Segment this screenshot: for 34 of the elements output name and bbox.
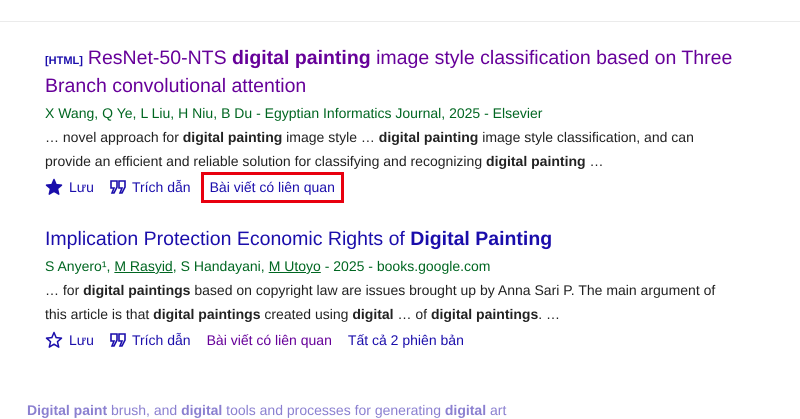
comma: , bbox=[132, 104, 136, 123]
comma: , bbox=[172, 257, 177, 276]
publication-source: - 2025 - books.google.com bbox=[324, 257, 490, 276]
comma: , bbox=[213, 104, 218, 123]
quote-icon bbox=[110, 333, 126, 347]
comma: , bbox=[94, 104, 98, 123]
author-name: B Du bbox=[221, 104, 252, 123]
save-link[interactable]: Lưu bbox=[45, 176, 94, 198]
comma: , bbox=[170, 104, 174, 123]
star-icon bbox=[45, 331, 63, 349]
result-snippet: … for digital paintings based on copyright law are issues brought up by Anna Sari P. The main argument of this article is that digital paintings created using digital … of digital paintings. … bbox=[45, 281, 716, 324]
author-name: Q Ye bbox=[102, 104, 133, 123]
author-name: H Niu bbox=[178, 104, 214, 123]
publication-source: - Egyptian Informatics Journal, 2025 - Elsevier bbox=[255, 104, 542, 123]
result-title-link[interactable]: [HTML] ResNet-50-NTS digital painting image style classification based on Three Branch convolutional attention bbox=[45, 46, 800, 99]
author-link[interactable]: M Rasyid bbox=[114, 256, 173, 276]
author-link[interactable]: M Utoyo bbox=[268, 256, 321, 276]
comma: , bbox=[260, 257, 265, 276]
comma: , bbox=[106, 257, 110, 276]
result-title-link[interactable]: Implication Protection Economic Rights of Digital Painting bbox=[45, 227, 800, 252]
author-name: L Liu bbox=[140, 104, 170, 123]
author-name: S Handayani bbox=[180, 257, 261, 276]
cite-link[interactable]: Trích dẫn bbox=[110, 330, 191, 350]
highlighted-link[interactable]: Bài viết có liên quan bbox=[200, 172, 344, 202]
result-snippet: … novel approach for digital painting image style … digital painting image style classification, and can provide an efficient and reliable solution for classifying and recognizing digital painting … bbox=[45, 128, 695, 171]
footer-text: Digital paint brush, and digital tools and processes for generating digital art bbox=[27, 401, 506, 419]
author-name: X Wang bbox=[45, 104, 94, 123]
author-name: S Anyero¹ bbox=[45, 257, 106, 276]
result-link[interactable]: Bài viết có liên quan bbox=[206, 330, 332, 350]
cite-link[interactable]: Trích dẫn bbox=[110, 176, 191, 198]
quote-icon bbox=[110, 180, 126, 194]
star-icon bbox=[45, 178, 63, 196]
result-link[interactable]: Tất cả 2 phiên bản bbox=[348, 330, 464, 350]
save-link[interactable]: Lưu bbox=[45, 330, 94, 350]
